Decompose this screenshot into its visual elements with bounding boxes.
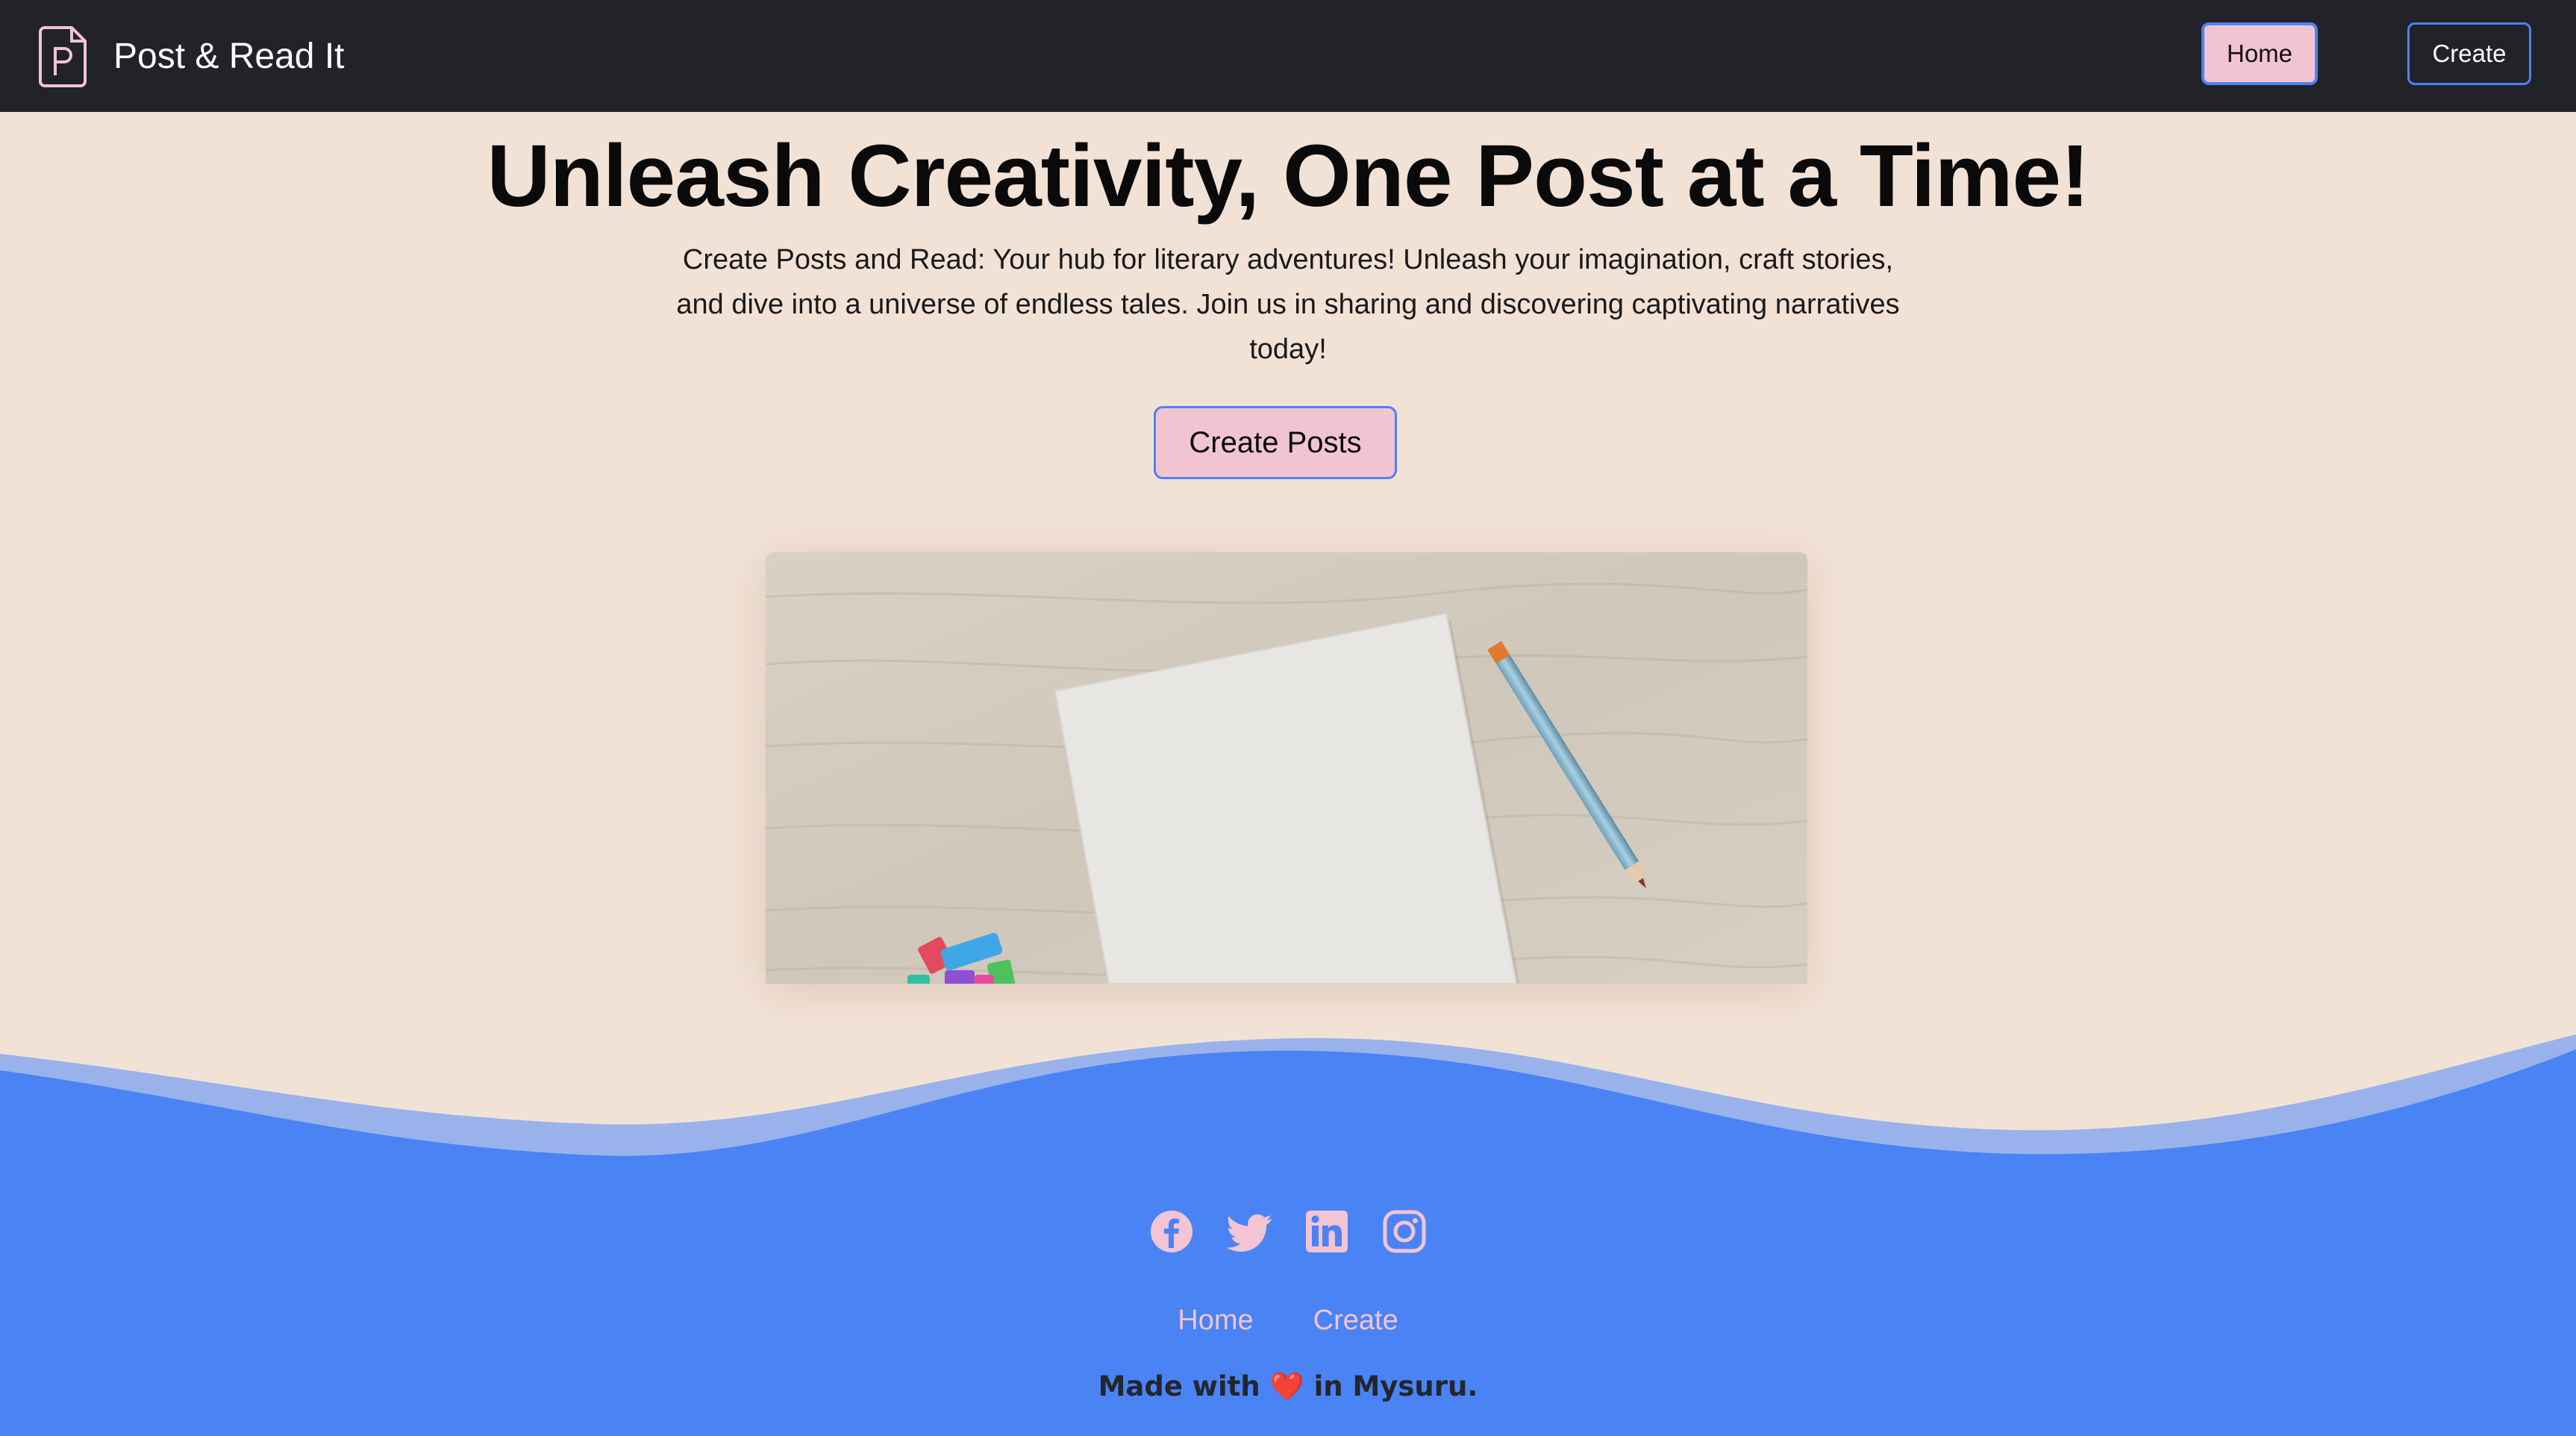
footer-home-link[interactable]: Home <box>1178 1305 1253 1337</box>
hero-image <box>766 552 1807 984</box>
brand-name: Post & Read It <box>113 36 345 76</box>
footer-create-link[interactable]: Create <box>1313 1305 1398 1337</box>
nav-create-button[interactable]: Create <box>2407 22 2531 85</box>
hero-description: Create Posts and Read: Your hub for lite… <box>676 244 1900 365</box>
twitter-icon[interactable] <box>1227 1209 1272 1254</box>
social-links <box>0 1209 2576 1254</box>
made-with-credit: Made with ❤️ in Mysuru. <box>0 1370 2576 1403</box>
nav-home-button[interactable]: Home <box>2201 22 2318 85</box>
brand[interactable]: Post & Read It <box>39 25 345 87</box>
navbar: Post & Read It Home Create <box>0 0 2576 112</box>
document-p-icon <box>39 26 87 87</box>
hero-title: Unleash Creativity, One Post at a Time! <box>487 127 2090 225</box>
made-with-suffix: in Mysuru. <box>1313 1370 1478 1402</box>
facebook-icon[interactable] <box>1149 1209 1194 1254</box>
create-posts-button[interactable]: Create Posts <box>1154 406 1397 479</box>
heart-icon: ❤️ <box>1269 1370 1304 1402</box>
made-with-prefix: Made with <box>1098 1370 1260 1402</box>
linkedin-icon[interactable] <box>1304 1209 1349 1254</box>
footer-nav: Home Create <box>0 1305 2576 1337</box>
instagram-icon[interactable] <box>1382 1209 1427 1254</box>
